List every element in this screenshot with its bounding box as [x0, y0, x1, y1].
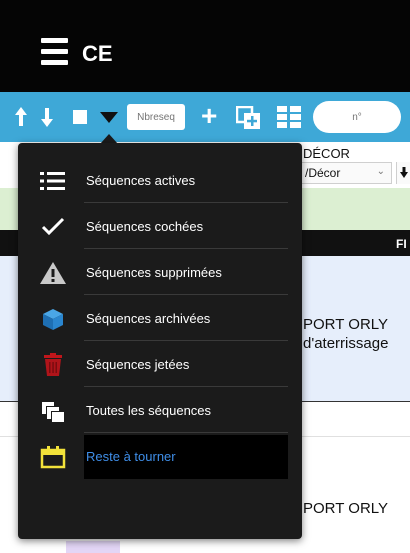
calendar-icon — [38, 445, 68, 469]
menu-item-label: Séquences jetées — [86, 357, 190, 372]
app-header: CE — [0, 0, 410, 92]
stacked-copies-icon — [38, 399, 68, 423]
decor-select[interactable]: /Décor ⌄ — [300, 162, 392, 184]
row-badge — [66, 541, 120, 553]
archive-box-icon — [38, 307, 68, 331]
decor-column-label: DÉCOR — [303, 146, 350, 161]
warning-icon — [38, 261, 68, 285]
sequence-filter-menu: Séquences actives Séquences cochées Séqu… — [18, 143, 302, 539]
row-location-detail: d'aterrissage — [303, 335, 389, 352]
trash-icon — [38, 353, 68, 377]
row-location: PORT ORLY — [303, 500, 389, 517]
search-input[interactable] — [313, 101, 401, 133]
app-title: CE — [82, 41, 113, 66]
column-header: FI — [396, 237, 407, 251]
checkmark-icon — [38, 215, 68, 239]
chevron-down-icon: ⌄ — [376, 166, 385, 177]
menu-item-label: Séquences cochées — [86, 219, 204, 234]
toolbar: + — [0, 92, 410, 142]
menu-item-label: Séquences actives — [86, 173, 196, 188]
list-icon — [38, 169, 68, 193]
hamburger-icon[interactable] — [41, 38, 68, 65]
arrow-down-icon[interactable] — [40, 106, 54, 128]
menu-item-active-sequences[interactable]: Séquences actives — [18, 157, 302, 203]
copy-icon[interactable] — [236, 106, 262, 130]
menu-item-discarded-sequences[interactable]: Séquences jetées — [18, 341, 302, 387]
menu-item-remaining-to-shoot[interactable]: Reste à tourner — [18, 433, 302, 479]
decor-select-value: /Décor — [305, 166, 341, 180]
arrow-down-icon — [400, 167, 408, 178]
sequence-count-input[interactable] — [127, 104, 185, 130]
row-location: PORT ORLY — [303, 316, 389, 333]
menu-item-label: Séquences archivées — [86, 311, 211, 326]
sort-down-button[interactable] — [396, 162, 410, 184]
checkbox-icon[interactable] — [73, 110, 87, 124]
grid-icon[interactable] — [277, 106, 301, 128]
menu-item-deleted-sequences[interactable]: Séquences supprimées — [18, 249, 302, 295]
menu-item-label: Reste à tourner — [86, 449, 176, 464]
caret-down-icon[interactable] — [100, 112, 118, 123]
menu-item-label: Séquences supprimées — [86, 265, 222, 280]
menu-item-all-sequences[interactable]: Toutes les séquences — [18, 387, 302, 433]
menu-item-checked-sequences[interactable]: Séquences cochées — [18, 203, 302, 249]
plus-icon[interactable]: + — [201, 102, 217, 130]
menu-item-archived-sequences[interactable]: Séquences archivées — [18, 295, 302, 341]
arrow-up-icon[interactable] — [14, 106, 28, 128]
menu-item-label: Toutes les séquences — [86, 403, 212, 418]
